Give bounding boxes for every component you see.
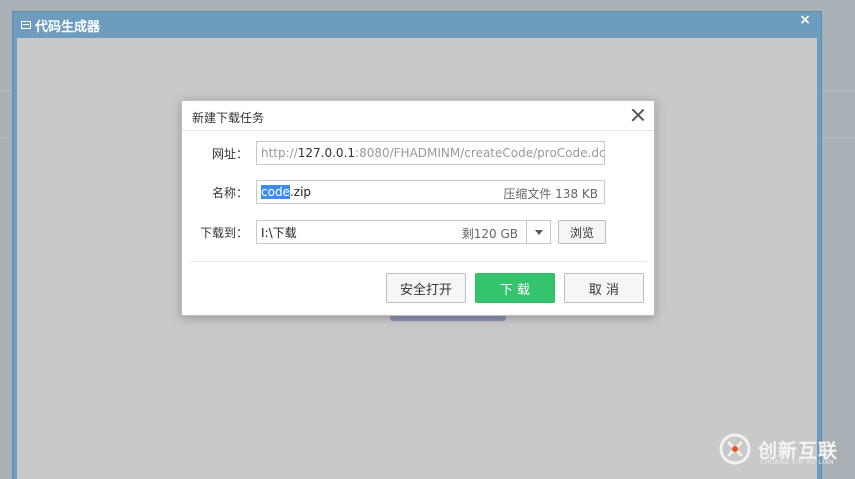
url-rest: :8080/FHADMINM/createCode/proCode.dc <box>355 146 605 160</box>
window-close-button[interactable]: × <box>799 12 811 28</box>
window-title-bar: 代码生成器 <box>13 12 821 38</box>
dialog-divider <box>190 261 646 262</box>
free-space: 剩120 GB <box>461 227 518 241</box>
url-row: 网址： http://127.0.0.1:8080/FHADMINM/creat… <box>182 141 654 165</box>
watermark-subtext: CHUANG XIN HU LIAN <box>760 459 835 466</box>
browse-button[interactable]: 浏览 <box>558 220 606 244</box>
filename-input[interactable]: code .zip 压缩文件 138 KB <box>256 180 605 204</box>
watermark: 创新互联 CHUANG XIN HU LIAN <box>718 432 850 470</box>
path-row: 下载到： I:\下载 剩120 GB 浏览 <box>182 220 654 244</box>
dialog-close-icon[interactable] <box>630 107 646 123</box>
filename-extension: .zip <box>289 185 312 199</box>
window-title: 代码生成器 <box>35 19 101 35</box>
url-field[interactable]: http://127.0.0.1:8080/FHADMINM/createCod… <box>256 141 605 165</box>
url-host: 127.0.0.1 <box>297 146 356 160</box>
new-download-dialog: 新建下载任务 网址： http://127.0.0.1:8080/FHADMIN… <box>181 100 655 316</box>
download-button[interactable]: 下 载 <box>475 273 555 303</box>
save-path-value: I:\下载 <box>261 225 297 240</box>
url-prefix: http:// <box>261 146 298 160</box>
window-icon <box>21 21 31 29</box>
brand-logo-icon <box>719 433 751 465</box>
safe-open-button[interactable]: 安全打开 <box>386 273 466 303</box>
cancel-button[interactable]: 取 消 <box>564 273 644 303</box>
filename-selected-text: code <box>261 185 290 199</box>
path-label: 下载到： <box>199 226 248 240</box>
name-label: 名称： <box>211 186 248 200</box>
dialog-header: 新建下载任务 <box>182 101 654 131</box>
chevron-down-icon <box>534 229 543 235</box>
url-label: 网址： <box>211 147 248 161</box>
save-path-select[interactable]: I:\下载 剩120 GB <box>256 220 551 244</box>
dialog-title: 新建下载任务 <box>192 111 265 125</box>
name-row: 名称： code .zip 压缩文件 138 KB <box>182 180 654 204</box>
path-dropdown-button[interactable] <box>526 221 550 243</box>
file-info: 压缩文件 138 KB <box>503 187 598 201</box>
